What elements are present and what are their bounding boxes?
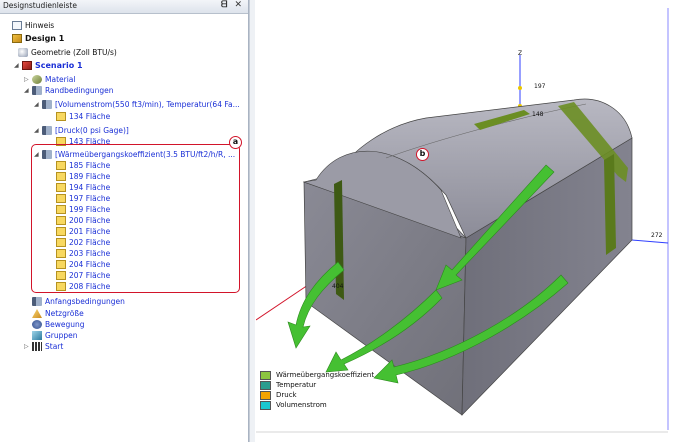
expand-material-icon[interactable]: ▷ bbox=[24, 76, 31, 83]
tree-item-start[interactable]: Start bbox=[32, 341, 63, 352]
face-label-197: 197 bbox=[534, 83, 546, 90]
boundary-condition-icon bbox=[42, 100, 52, 109]
legend-label: Temperatur bbox=[276, 381, 317, 389]
tree-item-label: Anfangsbedingungen bbox=[45, 297, 125, 306]
collapse-bc1-icon[interactable]: ◢ bbox=[34, 101, 41, 108]
panel-header: Designstudienleiste ᗺ ✕ bbox=[0, 0, 248, 14]
legend-swatch bbox=[260, 390, 271, 400]
expand-start-icon[interactable]: ▷ bbox=[24, 343, 31, 350]
tree-item-label: Bewegung bbox=[45, 320, 85, 329]
tree-item-hint[interactable]: Hinweis bbox=[12, 20, 54, 31]
legend-swatch bbox=[260, 370, 271, 380]
face-label-148: 148 bbox=[532, 111, 544, 118]
callout-b: b bbox=[416, 148, 429, 161]
legend-item: Temperatur bbox=[260, 380, 316, 390]
panel-pin-close-buttons[interactable]: ᗺ ✕ bbox=[221, 0, 244, 10]
y-axis-line bbox=[631, 239, 669, 244]
tree-item-geometry[interactable]: Geometrie (Zoll BTU/s) bbox=[18, 47, 117, 58]
legend-label: Druck bbox=[276, 391, 297, 399]
tree-item-label: Scenario 1 bbox=[35, 61, 83, 70]
tree-item-scenario[interactable]: Scenario 1 bbox=[22, 60, 83, 71]
collapse-scenario-icon[interactable]: ◢ bbox=[14, 62, 21, 69]
collapse-bc2-icon[interactable]: ◢ bbox=[34, 127, 41, 134]
tree-item-boundary-conditions[interactable]: Randbedingungen bbox=[32, 85, 114, 96]
tree-item-label: Geometrie (Zoll BTU/s) bbox=[31, 48, 117, 57]
tree-item-label: 134 Fläche bbox=[69, 112, 111, 121]
axis-node bbox=[518, 86, 522, 90]
panel-scrollbar[interactable] bbox=[249, 0, 255, 442]
legend-label: Volumenstrom bbox=[276, 401, 327, 409]
initial-conditions-icon bbox=[32, 297, 42, 306]
legend-swatch bbox=[260, 400, 271, 410]
legend-item: Druck bbox=[260, 390, 297, 400]
boundary-condition-icon bbox=[32, 86, 42, 95]
tree-item-design[interactable]: Design 1 bbox=[12, 33, 64, 44]
tree-item-label: Material bbox=[45, 75, 76, 84]
boundary-condition-icon bbox=[42, 126, 52, 135]
face-label-204: 404 bbox=[332, 283, 344, 290]
tree-item-label: Netzgröße bbox=[45, 309, 84, 318]
mesh-icon bbox=[32, 309, 42, 318]
face-icon bbox=[56, 112, 66, 121]
highlight-box-a bbox=[31, 144, 240, 293]
legend-item: Volumenstrom bbox=[260, 400, 327, 410]
tree-item-label: [Volumenstrom(550 ft3/min), Temperatur(6… bbox=[55, 100, 240, 109]
legend-label: Wärmeübergangskoeffizient bbox=[276, 371, 375, 379]
scenario-icon bbox=[22, 61, 32, 70]
tree-item-label: Hinweis bbox=[25, 21, 55, 30]
tree-item-bc-volume-flow[interactable]: [Volumenstrom(550 ft3/min), Temperatur(6… bbox=[42, 99, 240, 110]
tree-item-label: Randbedingungen bbox=[45, 86, 114, 95]
tree-item-material[interactable]: Material bbox=[32, 74, 75, 85]
tree-item-bc-pressure[interactable]: [Druck(0 psi Gage)] bbox=[42, 125, 129, 136]
heat-band-side-right bbox=[604, 154, 616, 255]
tree-item-motion[interactable]: Bewegung bbox=[32, 319, 85, 330]
geometry-icon bbox=[18, 48, 28, 57]
start-icon bbox=[32, 342, 42, 351]
material-icon bbox=[32, 75, 42, 84]
motion-icon bbox=[32, 320, 42, 329]
legend-item: Wärmeübergangskoeffizient bbox=[260, 370, 374, 380]
tree-item-label: Gruppen bbox=[45, 331, 78, 340]
axis-y-label: 272 bbox=[651, 232, 663, 239]
tree-item-label: [Druck(0 psi Gage)] bbox=[55, 126, 129, 135]
tree-item-initial-conditions[interactable]: Anfangsbedingungen bbox=[32, 296, 125, 307]
tree-item-mesh-size[interactable]: Netzgröße bbox=[32, 308, 84, 319]
panel-title: Designstudienleiste bbox=[3, 1, 77, 10]
axis-z-label: Z bbox=[518, 50, 523, 57]
design-study-panel: Designstudienleiste ᗺ ✕ Hinweis Design 1… bbox=[0, 0, 249, 442]
tree-item-label: Design 1 bbox=[25, 34, 65, 43]
groups-icon bbox=[32, 331, 42, 340]
tree-item-label: Start bbox=[45, 342, 64, 351]
collapse-boundary-icon[interactable]: ◢ bbox=[24, 87, 31, 94]
callout-a: a bbox=[229, 136, 242, 149]
design-icon bbox=[12, 34, 22, 43]
legend-swatch bbox=[260, 380, 271, 390]
tree-item-groups[interactable]: Gruppen bbox=[32, 330, 78, 341]
tree-item-face[interactable]: 134 Fläche bbox=[56, 111, 110, 122]
note-icon bbox=[12, 21, 22, 30]
